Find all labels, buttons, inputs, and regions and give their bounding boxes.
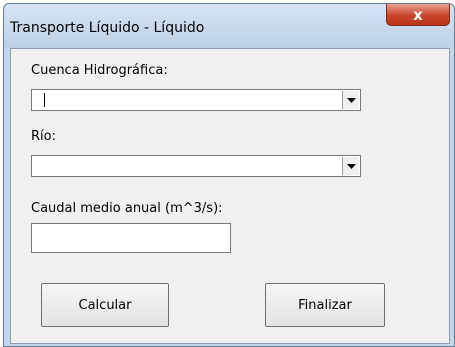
- close-button[interactable]: x: [386, 4, 450, 26]
- finalizar-button[interactable]: Finalizar: [265, 283, 385, 327]
- cuenca-label: Cuenca Hidrográfica:: [31, 63, 168, 78]
- rio-label: Río:: [31, 129, 56, 144]
- caudal-label: Caudal medio anual (m^3/s):: [31, 201, 223, 216]
- caudal-input[interactable]: [31, 223, 231, 253]
- dialog-body: Cuenca Hidrográfica: Río: Caudal medio a…: [10, 48, 450, 344]
- close-icon: x: [413, 5, 423, 24]
- dialog-window: Transporte Líquido - Líquido x Cuenca Hi…: [3, 3, 455, 347]
- cuenca-dropdown-button[interactable]: [342, 91, 359, 109]
- calcular-button[interactable]: Calcular: [41, 283, 169, 327]
- window-title: Transporte Líquido - Líquido: [10, 20, 205, 36]
- text-caret: [44, 93, 45, 107]
- chevron-down-icon: [346, 163, 356, 169]
- chevron-down-icon: [346, 97, 356, 103]
- rio-dropdown-button[interactable]: [342, 157, 359, 175]
- title-bar: Transporte Líquido - Líquido x: [4, 4, 454, 48]
- rio-dropdown[interactable]: [31, 155, 361, 177]
- cuenca-dropdown[interactable]: [31, 89, 361, 111]
